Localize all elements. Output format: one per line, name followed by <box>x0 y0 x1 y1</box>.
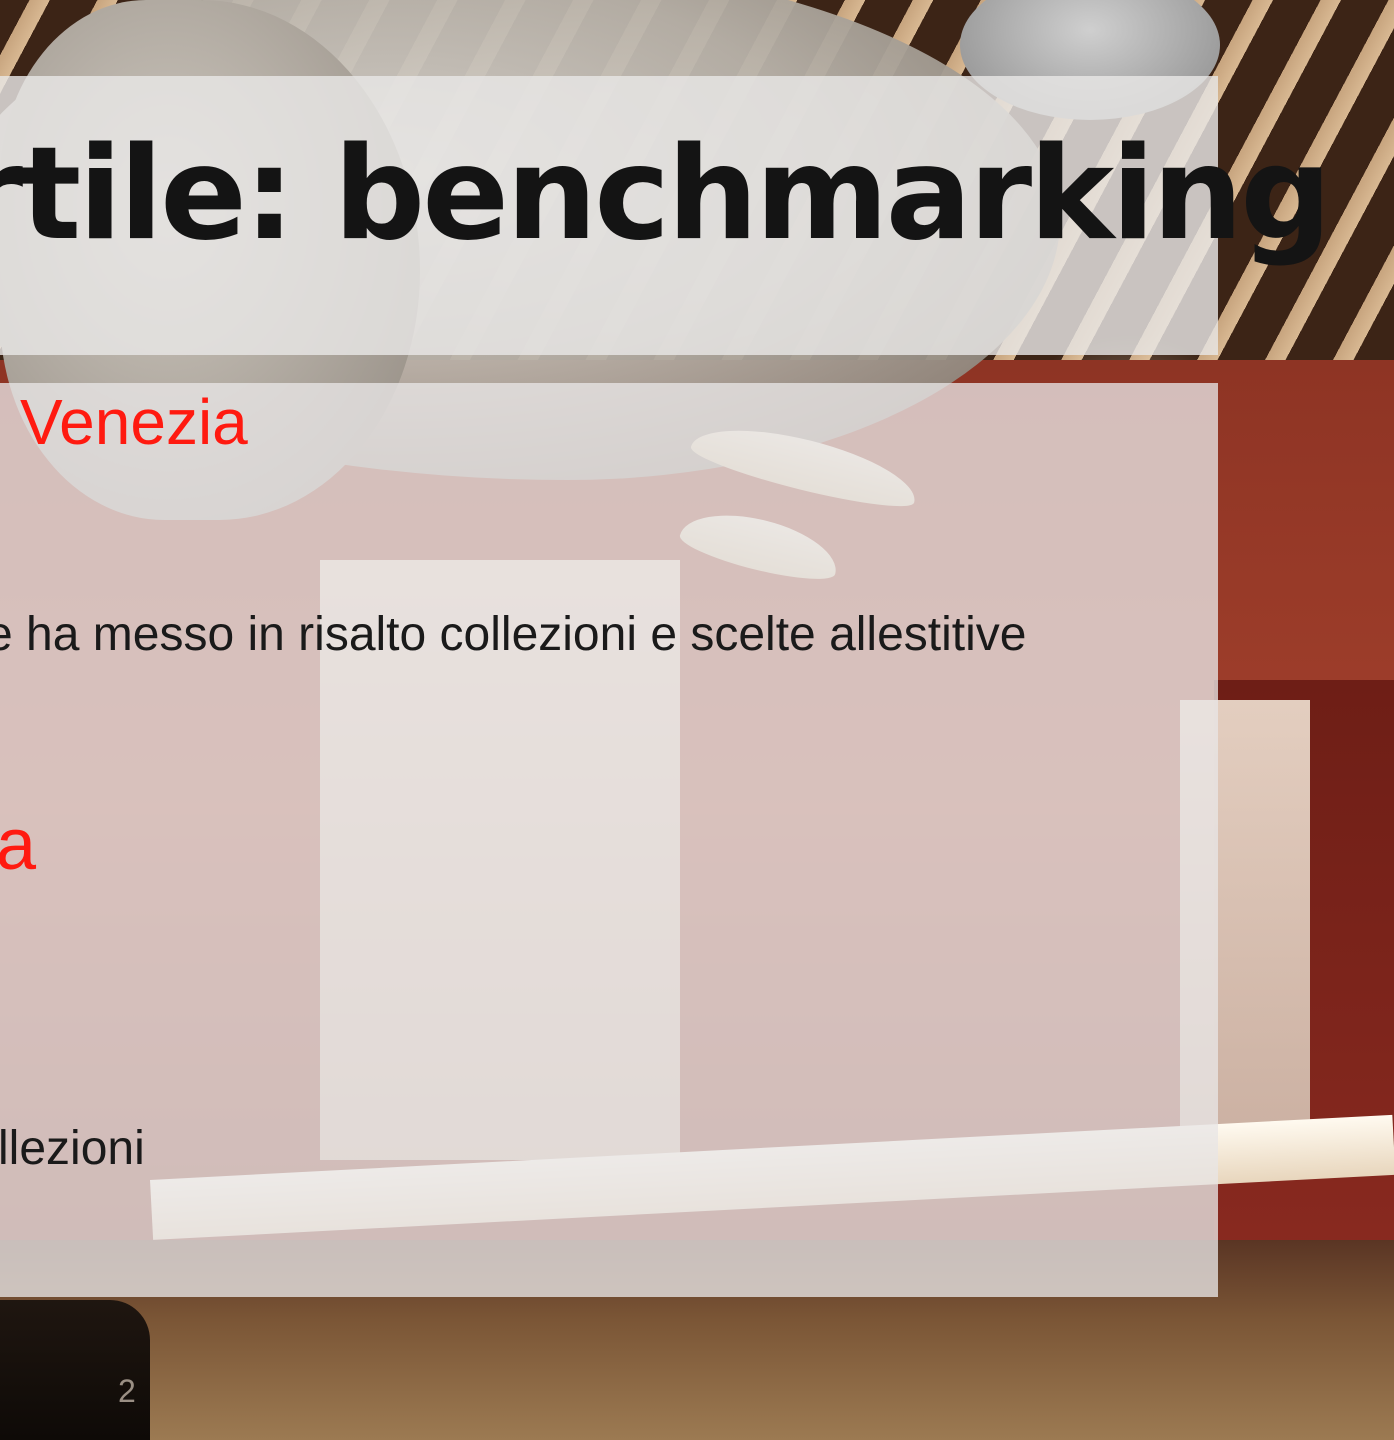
page-number: 2 <box>118 1373 136 1409</box>
section-body-2: llezioni <box>0 1122 145 1175</box>
section-heading-venezia: Venezia <box>20 386 248 458</box>
section-heading-2: a <box>0 805 37 885</box>
background-stand <box>0 1300 150 1440</box>
slide: rtile: benchmarking Venezia e ha messo i… <box>0 0 1394 1440</box>
section-body-1: e ha messo in risalto collezioni e scelt… <box>0 608 1027 661</box>
content-overlay <box>0 383 1218 1297</box>
slide-title: rtile: benchmarking <box>0 120 1332 269</box>
